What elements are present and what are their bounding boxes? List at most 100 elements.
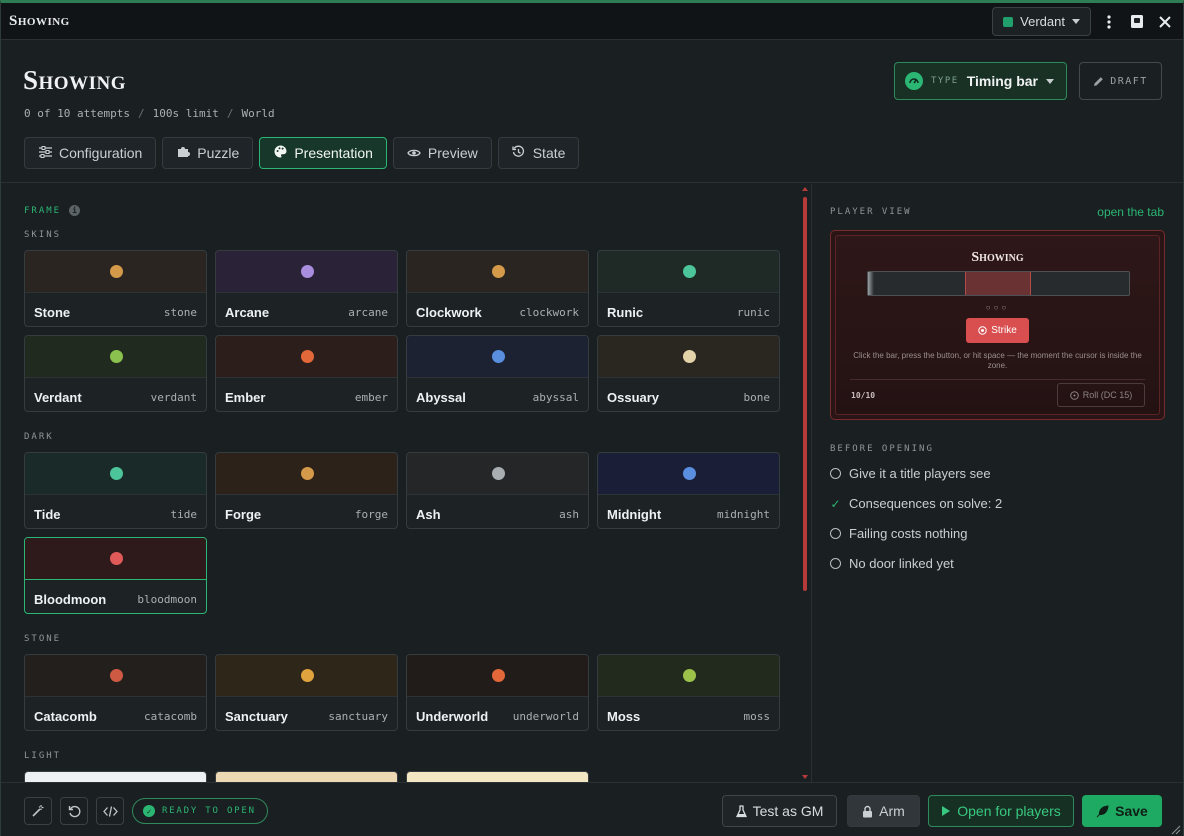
skin-option-ember[interactable]: Ember ember bbox=[215, 335, 398, 412]
resize-grip-icon[interactable] bbox=[1169, 823, 1181, 835]
skin-color-dot bbox=[491, 669, 505, 682]
skin-code: verdant bbox=[150, 391, 197, 404]
open-tab-link[interactable]: open the tab bbox=[1097, 205, 1164, 219]
skin-swatch bbox=[25, 538, 206, 580]
skin-swatch bbox=[407, 772, 588, 782]
tab-preview[interactable]: Preview bbox=[392, 137, 492, 169]
skin-color-dot bbox=[682, 467, 696, 480]
journal-icon[interactable] bbox=[1127, 12, 1147, 32]
preview-title: Showing bbox=[971, 250, 1024, 265]
tab-label: Presentation bbox=[294, 145, 373, 161]
draft-button[interactable]: DRAFT bbox=[1079, 62, 1162, 100]
skin-option-light-0[interactable] bbox=[24, 771, 207, 782]
skin-option-catacomb[interactable]: Catacomb catacomb bbox=[24, 654, 207, 731]
preview-hint: Click the bar, press the button, or hit … bbox=[853, 351, 1142, 370]
attempts-text: 0 of 10 attempts bbox=[24, 107, 130, 120]
skin-option-verdant[interactable]: Verdant verdant bbox=[24, 335, 207, 412]
chevron-down-icon bbox=[1046, 78, 1054, 84]
close-icon[interactable] bbox=[1155, 12, 1175, 32]
checklist-item: ✓ Consequences on solve: 2 bbox=[830, 496, 1003, 511]
skin-name: Ash bbox=[416, 507, 441, 522]
timing-cursor bbox=[868, 272, 874, 295]
more-vertical-icon[interactable] bbox=[1099, 12, 1119, 32]
skin-option-light-1[interactable] bbox=[215, 771, 398, 782]
scroll-up-icon[interactable] bbox=[802, 187, 808, 191]
player-view-preview: Showing ○○○ Strike Click the bar, press … bbox=[830, 230, 1165, 420]
skin-color-dot bbox=[300, 467, 314, 480]
skin-option-runic[interactable]: Runic runic bbox=[597, 250, 780, 327]
skin-color-dot bbox=[491, 350, 505, 363]
skin-name: Runic bbox=[607, 305, 644, 320]
skin-swatch bbox=[25, 453, 206, 495]
test-as-gm-button[interactable]: Test as GM bbox=[722, 795, 837, 827]
open-for-players-button[interactable]: Open for players bbox=[928, 795, 1074, 827]
skin-color-dot bbox=[300, 350, 314, 363]
skin-swatch bbox=[216, 772, 397, 782]
skin-color-dot bbox=[109, 350, 123, 363]
skin-swatch bbox=[407, 453, 588, 495]
skin-swatch bbox=[25, 772, 206, 782]
skin-option-sanctuary[interactable]: Sanctuary sanctuary bbox=[215, 654, 398, 731]
tab-state[interactable]: State bbox=[497, 137, 580, 169]
tab-label: Puzzle bbox=[197, 145, 240, 161]
skin-option-bone[interactable]: Ossuary bone bbox=[597, 335, 780, 412]
eye-icon bbox=[407, 146, 421, 161]
skin-option-stone[interactable]: Stone stone bbox=[24, 250, 207, 327]
skin-option-arcane[interactable]: Arcane arcane bbox=[215, 250, 398, 327]
skin-group-label: STONE bbox=[24, 634, 62, 644]
checklist-item: Give it a title players see bbox=[830, 466, 991, 481]
skin-code: bone bbox=[743, 391, 771, 404]
roll-button: Roll (DC 15) bbox=[1057, 383, 1145, 407]
type-label: TYPE bbox=[931, 76, 959, 86]
skin-swatch bbox=[598, 453, 779, 495]
skin-name: Midnight bbox=[607, 507, 662, 522]
skin-swatch bbox=[216, 336, 397, 378]
skin-name: Sanctuary bbox=[225, 709, 288, 724]
check-icon: ✓ bbox=[830, 496, 841, 511]
dice-icon bbox=[1069, 390, 1079, 400]
tab-puzzle[interactable]: Puzzle bbox=[162, 137, 254, 169]
skin-code: ember bbox=[354, 391, 388, 404]
save-button[interactable]: Save bbox=[1082, 795, 1162, 827]
skin-option-clockwork[interactable]: Clockwork clockwork bbox=[406, 250, 589, 327]
skin-option-bloodmoon[interactable]: Bloodmoon bloodmoon bbox=[24, 537, 207, 614]
skin-code: sanctuary bbox=[328, 710, 388, 723]
skin-code: abyssal bbox=[532, 391, 579, 404]
info-icon[interactable]: i bbox=[69, 205, 81, 216]
skin-option-tide[interactable]: Tide tide bbox=[24, 452, 207, 529]
tab-presentation[interactable]: Presentation bbox=[259, 137, 387, 169]
skin-color-dot bbox=[109, 669, 123, 682]
skin-code: stone bbox=[163, 306, 197, 319]
skin-swatch bbox=[598, 251, 779, 293]
puzzle-icon bbox=[176, 145, 190, 161]
flask-icon bbox=[735, 804, 747, 817]
skin-option-forge[interactable]: Forge forge bbox=[215, 452, 398, 529]
skin-option-moss[interactable]: Moss moss bbox=[597, 654, 780, 731]
type-select[interactable]: TYPE Timing bar bbox=[894, 62, 1067, 100]
arm-button[interactable]: Arm bbox=[847, 795, 920, 827]
skin-name: Stone bbox=[34, 305, 71, 320]
tab-label: Configuration bbox=[59, 145, 143, 161]
tab-configuration[interactable]: Configuration bbox=[24, 137, 157, 169]
skin-option-midnight[interactable]: Midnight midnight bbox=[597, 452, 780, 529]
code-icon[interactable] bbox=[96, 797, 124, 825]
magic-wand-icon[interactable] bbox=[24, 797, 52, 825]
undo-icon[interactable] bbox=[60, 797, 88, 825]
scroll-down-icon[interactable] bbox=[802, 775, 808, 779]
skin-option-light-2[interactable] bbox=[406, 771, 589, 782]
skin-option-ash[interactable]: Ash ash bbox=[406, 452, 589, 529]
skin-option-underworld[interactable]: Underworld underworld bbox=[406, 654, 589, 731]
skin-swatch bbox=[216, 251, 397, 293]
circle-icon bbox=[830, 558, 841, 569]
theme-select[interactable]: Verdant bbox=[992, 7, 1091, 36]
skin-color-dot bbox=[109, 552, 123, 565]
skin-swatch bbox=[216, 453, 397, 495]
timing-zone bbox=[965, 272, 1031, 295]
skin-option-abyssal[interactable]: Abyssal abyssal bbox=[406, 335, 589, 412]
scrollbar-thumb[interactable] bbox=[803, 197, 807, 591]
puzzle-header: Showing 0 of 10 attempts / 100s limit / … bbox=[1, 43, 1183, 183]
tab-bar: Configuration Puzzle Presentation Previe… bbox=[24, 137, 580, 169]
circle-icon bbox=[830, 468, 841, 479]
window-title: Showing bbox=[9, 12, 70, 29]
draft-label: DRAFT bbox=[1110, 75, 1148, 87]
